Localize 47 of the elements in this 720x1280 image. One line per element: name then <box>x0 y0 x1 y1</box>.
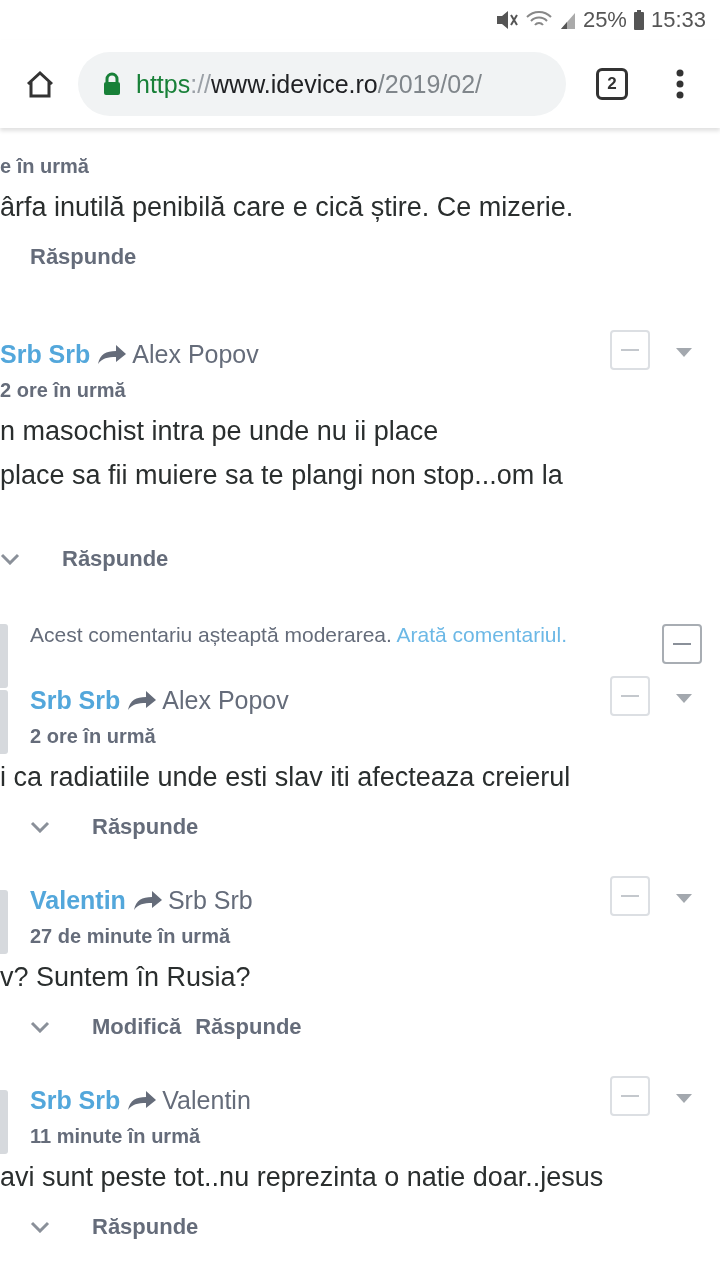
comment-time: 2 ore în urmă <box>0 378 126 403</box>
comment-author[interactable]: Valentin <box>30 885 126 915</box>
comment-author[interactable]: Srb Srb <box>30 1085 121 1115</box>
comment-text: n masochist intra pe unde nu ii place <box>0 415 440 448</box>
comment-time: e în urmă <box>0 154 89 179</box>
comment-text: ârfa inutilă penibilă care e cică știre. Ce mizerie. <box>0 191 575 224</box>
comment-author[interactable]: Srb Srb <box>0 339 91 369</box>
reply-link[interactable]: Răspunde <box>30 244 137 270</box>
avatar <box>0 1090 8 1154</box>
mute-icon <box>494 9 519 31</box>
caret-icon[interactable] <box>676 694 692 703</box>
reply-link[interactable]: Răspunde <box>92 1214 199 1240</box>
battery-percent: 25% <box>582 7 627 33</box>
reply-link[interactable]: Răspunde <box>92 814 199 840</box>
reply-link[interactable]: Răspunde <box>62 546 169 572</box>
avatar <box>0 690 8 754</box>
menu-icon[interactable] <box>676 69 684 99</box>
clock: 15:33 <box>650 7 706 33</box>
reply-to-name[interactable]: Valentin <box>162 1085 251 1115</box>
comment-time: 27 de minute în urmă <box>30 924 231 949</box>
comment-time: 2 ore în urmă <box>30 724 156 749</box>
edit-link[interactable]: Modifică <box>92 1014 182 1040</box>
chevron-down-icon[interactable] <box>0 553 20 565</box>
caret-icon[interactable] <box>676 348 692 357</box>
reply-to-name[interactable]: Srb Srb <box>167 885 253 915</box>
comment-author[interactable]: Srb Srb <box>30 685 121 715</box>
collapse-button[interactable] <box>662 624 702 664</box>
tab-switcher[interactable]: 2 <box>596 68 628 100</box>
lock-icon <box>102 72 122 96</box>
reply-to-name[interactable]: Alex Popov <box>162 685 289 715</box>
comment-text: i ca radiatiile unde esti slav iti afecteaza creierul <box>0 761 572 794</box>
home-icon[interactable] <box>25 70 55 98</box>
avatar <box>0 624 8 688</box>
caret-icon[interactable] <box>676 1094 692 1103</box>
chevron-down-icon[interactable] <box>30 821 50 833</box>
comment-text: v? Suntem în Rusia? <box>0 961 252 994</box>
chevron-down-icon[interactable] <box>30 1221 50 1233</box>
reply-to-name[interactable]: Alex Popov <box>132 339 259 369</box>
chevron-down-icon[interactable] <box>30 1021 50 1033</box>
address-bar[interactable]: https://www.idevice.ro/2019/02/ <box>78 52 566 116</box>
comment-text: place sa fii muiere sa te plangi non stop...om la <box>0 459 564 492</box>
caret-icon[interactable] <box>676 894 692 903</box>
comment-text: avi sunt peste tot..nu reprezinta o natie doar..jesus <box>0 1161 605 1194</box>
comment-time: 11 minute în urmă <box>30 1124 201 1149</box>
reply-link[interactable]: Răspunde <box>195 1014 302 1040</box>
battery-icon <box>632 9 645 31</box>
avatar <box>0 890 8 954</box>
